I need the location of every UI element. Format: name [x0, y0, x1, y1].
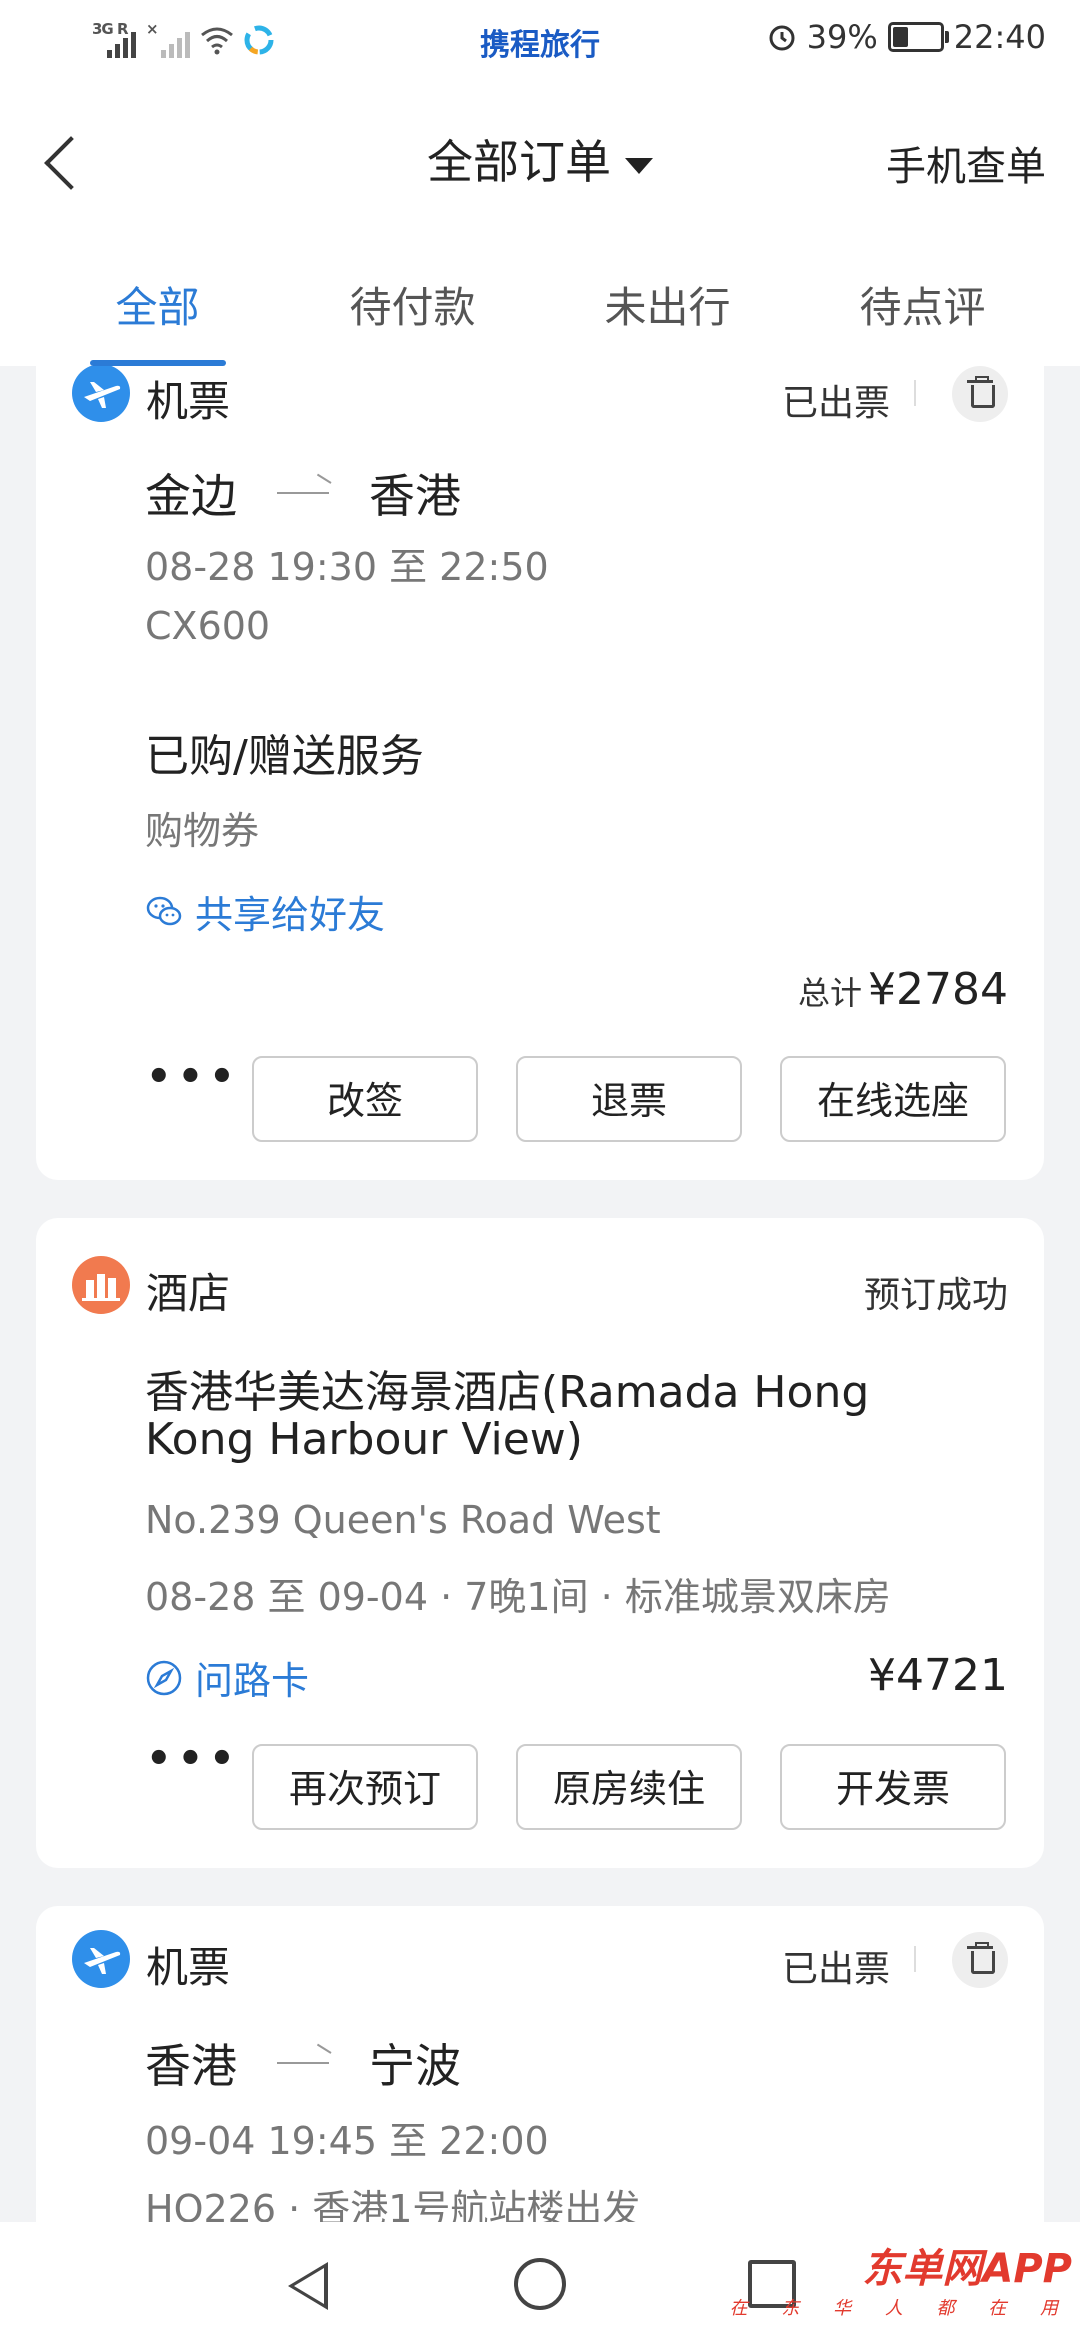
service-title: 已购/赠送服务	[145, 731, 424, 782]
divider	[914, 1946, 916, 1972]
trash-icon	[971, 1951, 995, 1974]
card-type-label: 酒店	[146, 1269, 231, 1318]
service-item: 购物券	[145, 809, 260, 853]
status-badge: 已出票	[781, 1949, 890, 1990]
compass-icon	[146, 1660, 182, 1695]
card-header: 酒店 预订成功	[72, 1256, 1008, 1318]
trash-icon	[971, 385, 995, 408]
share-label: 共享给好友	[195, 893, 386, 937]
refund-button[interactable]: 退票	[516, 1056, 742, 1142]
direction-card-link[interactable]: 问路卡	[145, 1650, 309, 1705]
hotel-address: No.239 Queen's Road West	[145, 1498, 661, 1542]
divider	[914, 380, 916, 406]
route-origin: 金边	[145, 469, 237, 523]
stay-detail: 08-28 至 09-04 · 7晚1间 · 标准城景双床房	[145, 1575, 891, 1619]
tab-pending-payment-label[interactable]: 待付款	[285, 274, 540, 335]
card-header: 机票 已出票	[72, 1930, 1008, 1992]
route-destination: 香港	[369, 469, 461, 523]
card-type-label: 机票	[146, 377, 231, 426]
route-destination: 宁波	[369, 2039, 461, 2093]
order-total: 总计 ¥2784	[798, 964, 1008, 1015]
watermark-main: 东单网APP	[862, 2246, 1072, 2292]
change-ticket-button[interactable]: 改签	[252, 1056, 478, 1142]
flight-number: CX600	[145, 604, 271, 648]
route-arrow-icon	[277, 492, 329, 494]
more-actions-button[interactable]: •••	[146, 1054, 241, 1100]
order-card-flight-1[interactable]: 机票 已出票 金边 香港 08-28 19:30 至 22:50 CX600 已…	[36, 340, 1044, 1180]
order-card-hotel[interactable]: 酒店 预订成功 香港华美达海景酒店(Ramada Hong Kong Harbo…	[36, 1218, 1044, 1868]
flight-time: 08-28 19:30 至 22:50	[145, 545, 549, 589]
book-again-button[interactable]: 再次预订	[252, 1744, 478, 1830]
delete-order-button[interactable]	[952, 1932, 1008, 1988]
system-nav-bar: 东单网APP 在 东 华 人 都 在 用	[0, 2222, 1080, 2340]
status-right: 39% 22:40	[767, 18, 1046, 56]
tab-all-label[interactable]: 全部	[30, 274, 285, 335]
page-title: 全部订单	[427, 135, 611, 189]
caret-down-icon	[625, 157, 653, 174]
direction-label: 问路卡	[195, 1659, 310, 1703]
invoice-button[interactable]: 开发票	[780, 1744, 1006, 1830]
total-amount: ¥2784	[868, 964, 1008, 1015]
share-link[interactable]: 共享给好友	[145, 884, 385, 939]
watermark-sub: 在 东 华 人 都 在 用	[729, 2298, 1072, 2319]
hotel-name-line-1: 香港华美达海景酒店(Ramada Hong	[145, 1367, 870, 1418]
tabs-background: 全部 待付款 未出行 待点评	[0, 236, 1080, 366]
plane-icon	[72, 364, 130, 422]
more-actions-button[interactable]: •••	[146, 1736, 241, 1782]
status-badge: 预订成功	[863, 1275, 1008, 1316]
battery-percent: 39%	[806, 18, 878, 56]
clock: 22:40	[953, 18, 1046, 56]
delete-order-button[interactable]	[952, 366, 1008, 422]
total-label: 总计	[798, 974, 863, 1012]
nav-bar: 全部订单 手机查单	[0, 86, 1080, 236]
alarm-icon	[769, 25, 795, 51]
hotel-price: ¥4721	[868, 1650, 1008, 1701]
tab-indicator-bar	[90, 360, 226, 366]
hotel-name-line-2: Kong Harbour View)	[145, 1414, 583, 1465]
route-arrow-icon	[277, 2062, 329, 2064]
system-home-icon[interactable]	[514, 2258, 566, 2310]
flight-route: 香港 宁波	[145, 2030, 461, 2096]
tab-pending-review-label[interactable]: 待点评	[795, 274, 1050, 335]
tab-upcoming-label[interactable]: 未出行	[540, 274, 795, 335]
status-badge: 已出票	[781, 383, 890, 424]
card-type-label: 机票	[146, 1943, 231, 1992]
select-seat-button[interactable]: 在线选座	[780, 1056, 1006, 1142]
status-bar: 3G R × 携程旅行 39% 22:40	[0, 0, 1080, 86]
hotel-icon	[72, 1256, 130, 1314]
watermark-logo: 东单网APP 在 东 华 人 都 在 用	[730, 2236, 1072, 2320]
flight-route: 金边 香港	[145, 460, 461, 526]
system-back-icon[interactable]	[288, 2262, 328, 2310]
flight-time: 09-04 19:45 至 22:00	[145, 2119, 549, 2163]
route-origin: 香港	[145, 2039, 237, 2093]
phone-lookup-button[interactable]: 手机查单	[886, 134, 1046, 192]
card-header: 机票 已出票	[72, 364, 1008, 426]
extend-stay-button[interactable]: 原房续住	[516, 1744, 742, 1830]
plane-icon	[72, 1930, 130, 1988]
battery-icon	[887, 22, 949, 52]
wechat-icon	[146, 896, 182, 925]
